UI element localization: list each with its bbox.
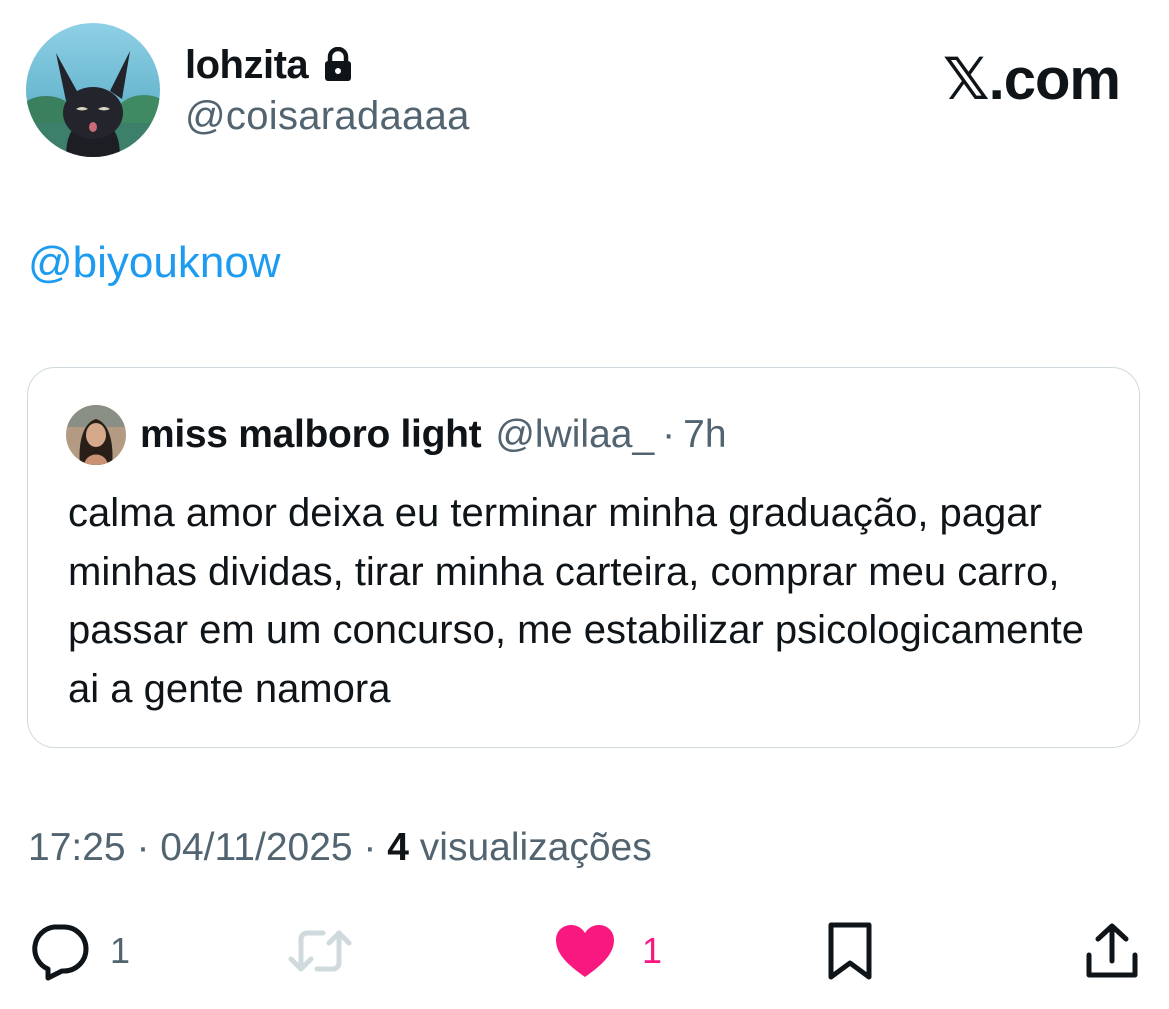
- author-handle[interactable]: @coisaradaaaa: [185, 94, 470, 139]
- quoted-tweet-time[interactable]: 7h: [683, 413, 726, 457]
- like-button[interactable]: 1: [554, 918, 662, 984]
- retweet-button[interactable]: [287, 918, 353, 984]
- cat-avatar-icon: [26, 23, 160, 157]
- tweet-date[interactable]: 04/11/2025: [160, 826, 352, 870]
- photo-avatar-icon: [66, 405, 126, 465]
- quoted-tweet-text: calma amor deixa eu terminar minha gradu…: [68, 491, 1084, 711]
- retweet-icon: [288, 930, 352, 972]
- tweet-time[interactable]: 17:25: [28, 826, 126, 870]
- quoted-author-avatar[interactable]: [66, 405, 126, 465]
- tweet-meta: 17:25 · 04/11/2025 · 4 visualizações: [28, 826, 652, 870]
- share-icon: [1086, 923, 1138, 978]
- quoted-tweet-header: miss malboro light @lwilaa_ · 7h: [66, 405, 727, 465]
- lock-icon: [322, 46, 354, 83]
- bookmark-button[interactable]: [826, 918, 874, 984]
- like-icon: [556, 925, 614, 977]
- x-brand-logo: 𝕏.com: [942, 47, 1121, 112]
- share-button[interactable]: [1084, 918, 1140, 984]
- tweet-mention-link[interactable]: @biyouknow: [28, 238, 281, 288]
- separator-dot: ·: [352, 826, 388, 869]
- quoted-author-handle[interactable]: @lwilaa_: [495, 413, 654, 457]
- reply-count: 1: [110, 930, 131, 971]
- views-label: visualizações: [408, 826, 652, 869]
- tweet-actions-bar: 1 1: [0, 918, 1169, 984]
- reply-icon: [32, 924, 89, 981]
- views-count: 4: [387, 826, 409, 869]
- like-count: 1: [642, 930, 663, 971]
- separator-dot: ·: [662, 413, 676, 456]
- quoted-tweet-card[interactable]: miss malboro light @lwilaa_ · 7h calma a…: [27, 367, 1140, 748]
- quoted-author-display-name[interactable]: miss malboro light: [140, 413, 482, 457]
- author-avatar[interactable]: [26, 23, 160, 157]
- author-display-name[interactable]: lohzita: [185, 43, 309, 88]
- bookmark-icon: [828, 922, 872, 980]
- author-name-row: lohzita: [185, 40, 354, 90]
- reply-button[interactable]: 1: [28, 918, 130, 984]
- separator-dot: ·: [125, 826, 161, 869]
